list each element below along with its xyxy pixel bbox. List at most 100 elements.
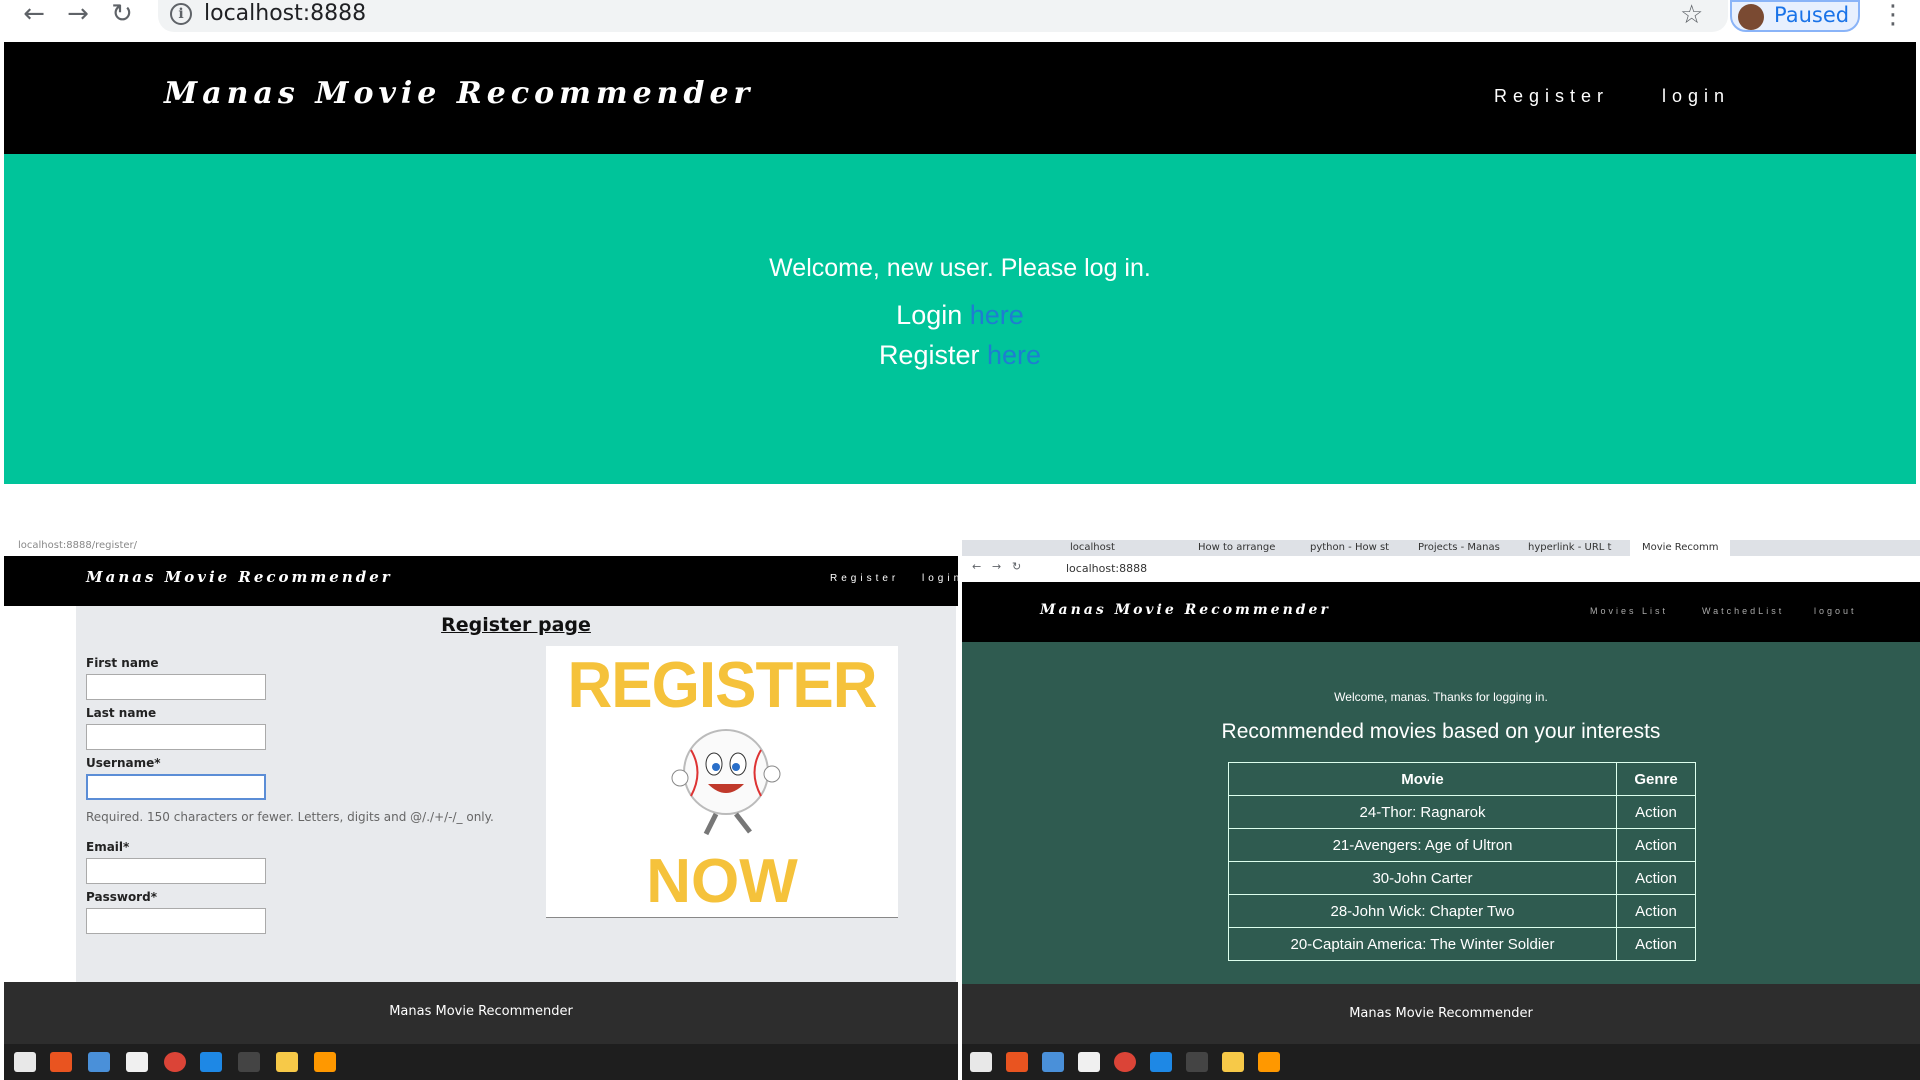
- movie-cell: 24-Thor: Ragnarok: [1228, 795, 1617, 829]
- logged-in-address-bar: ← → ↻ localhost:8888: [962, 556, 1920, 582]
- logged-in-welcome: Welcome, manas. Thanks for logging in.: [1334, 690, 1548, 704]
- genre-cell: Action: [1616, 828, 1696, 862]
- tab-localhost[interactable]: localhost: [1062, 540, 1174, 556]
- register-screenshot: localhost:8888/register/ Manas Movie Rec…: [4, 540, 958, 1080]
- menu-icon[interactable]: ⋮: [1880, 0, 1906, 30]
- tab-movie-recommender[interactable]: Movie Recomm: [1630, 540, 1730, 556]
- movie-cell: 20-Captain America: The Winter Soldier: [1228, 927, 1617, 961]
- table-row: 20-Captain America: The Winter Soldier Ac…: [1228, 927, 1696, 961]
- table-header-row: Movie Genre: [1228, 762, 1696, 796]
- last-name-input[interactable]: [86, 724, 266, 750]
- register-nav-login[interactable]: login: [922, 573, 958, 584]
- document-icon[interactable]: [1042, 1052, 1064, 1072]
- email-label: Email*: [86, 840, 130, 854]
- register-brand[interactable]: Manas Movie Recommender: [86, 568, 393, 586]
- table-row: 28-John Wick: Chapter Two Action: [1228, 894, 1696, 928]
- profile-button[interactable]: Paused: [1730, 0, 1860, 32]
- site-brand[interactable]: Manas Movie Recommender: [164, 76, 754, 111]
- taskbar-right: [962, 1044, 1920, 1080]
- bookmark-star-icon[interactable]: ☆: [1680, 0, 1703, 30]
- genre-cell: Action: [1616, 894, 1696, 928]
- register-image-text: REGISTER: [567, 649, 878, 722]
- logged-in-brand[interactable]: Manas Movie Recommender: [1040, 602, 1331, 618]
- register-now-image: REGISTER NOW: [546, 646, 898, 918]
- movie-cell: 30-John Carter: [1228, 861, 1617, 895]
- taskbar-left: [4, 1044, 958, 1080]
- folder-icon[interactable]: [14, 1052, 36, 1072]
- recommendations-heading: Recommended movies based on your interes…: [1221, 720, 1661, 743]
- logged-in-header: Manas Movie Recommender Movies List Watc…: [962, 582, 1920, 642]
- email-input[interactable]: [86, 858, 266, 884]
- table-row: 21-Avengers: Age of Ultron Action: [1228, 828, 1696, 862]
- vscode-icon[interactable]: [1150, 1052, 1172, 1072]
- logged-in-screenshot: localhost How to arrange python - How st…: [962, 540, 1920, 1080]
- movie-column-header: Movie: [1228, 762, 1617, 796]
- password-label: Password*: [86, 890, 157, 904]
- document-icon[interactable]: [88, 1052, 110, 1072]
- browser-toolbar: ← → ↻ i localhost:8888 ☆ Paused ⋮: [0, 0, 1920, 40]
- register-link[interactable]: here: [987, 340, 1041, 370]
- login-link[interactable]: here: [970, 300, 1024, 330]
- password-input[interactable]: [86, 908, 266, 934]
- info-icon[interactable]: i: [170, 3, 192, 25]
- vscode-icon[interactable]: [200, 1052, 222, 1072]
- movie-cell: 21-Avengers: Age of Ultron: [1228, 828, 1617, 862]
- table-row: 30-John Carter Action: [1228, 861, 1696, 895]
- python-icon[interactable]: [276, 1052, 298, 1072]
- notes-icon[interactable]: [126, 1052, 148, 1072]
- forward-arrow-icon[interactable]: →: [60, 0, 96, 30]
- register-text: Register: [878, 340, 980, 370]
- genre-cell: Action: [1616, 795, 1696, 829]
- nav-movies-list[interactable]: Movies List: [1590, 606, 1668, 616]
- username-label: Username*: [86, 756, 161, 770]
- terminal-icon[interactable]: [238, 1052, 260, 1072]
- back-arrow-icon[interactable]: ←: [16, 0, 52, 30]
- last-name-label: Last name: [86, 706, 157, 720]
- movie-cell: 28-John Wick: Chapter Two: [1228, 894, 1617, 928]
- tab-hyperlink[interactable]: hyperlink - URL t: [1520, 540, 1612, 556]
- back-icon[interactable]: ←: [972, 560, 981, 573]
- genre-cell: Action: [1616, 861, 1696, 895]
- genre-column-header: Genre: [1616, 762, 1696, 796]
- register-form-area: Register page First name Last name Usern…: [76, 606, 956, 986]
- login-text: Login: [896, 300, 963, 330]
- register-line: Register here: [4, 340, 1916, 371]
- nav-register[interactable]: Register: [1494, 86, 1609, 107]
- chrome-icon[interactable]: [164, 1052, 186, 1072]
- chrome-icon[interactable]: [1114, 1052, 1136, 1072]
- nav-login[interactable]: login: [1662, 86, 1730, 107]
- address-bar[interactable]: i localhost:8888: [158, 0, 1728, 32]
- register-header: Manas Movie Recommender Register login: [4, 556, 958, 606]
- reload-icon[interactable]: ↻: [104, 0, 140, 30]
- nav-watched-list[interactable]: WatchedList: [1702, 606, 1784, 616]
- welcome-message: Welcome, new user. Please log in.: [769, 254, 1151, 282]
- store-icon[interactable]: [50, 1052, 72, 1072]
- tab-how-to-arrange[interactable]: How to arrange: [1190, 540, 1286, 556]
- username-help: Required. 150 characters or fewer. Lette…: [86, 810, 494, 824]
- site-header: Manas Movie Recommender Register login: [4, 42, 1916, 154]
- avatar: [1738, 4, 1764, 30]
- python-icon[interactable]: [1222, 1052, 1244, 1072]
- refresh-icon[interactable]: ↻: [1012, 560, 1021, 573]
- username-input[interactable]: [86, 774, 266, 800]
- nav-logout[interactable]: logout: [1814, 606, 1857, 616]
- terminal-icon[interactable]: [1186, 1052, 1208, 1072]
- sublime-icon[interactable]: [1258, 1052, 1280, 1072]
- first-name-input[interactable]: [86, 674, 266, 700]
- notes-icon[interactable]: [1078, 1052, 1100, 1072]
- store-icon[interactable]: [1006, 1052, 1028, 1072]
- folder-icon[interactable]: [970, 1052, 992, 1072]
- tab-projects[interactable]: Projects - Manas: [1410, 540, 1502, 556]
- first-name-label: First name: [86, 656, 159, 670]
- logged-in-url[interactable]: localhost:8888: [1066, 562, 1147, 575]
- address-url: localhost:8888: [204, 1, 367, 26]
- forward-icon[interactable]: →: [992, 560, 1001, 573]
- register-nav-register[interactable]: Register: [830, 573, 899, 584]
- genre-cell: Action: [1616, 927, 1696, 961]
- sublime-icon[interactable]: [314, 1052, 336, 1072]
- logged-in-footer: Manas Movie Recommender: [962, 984, 1920, 1044]
- mini-url: localhost:8888/register/: [18, 540, 138, 551]
- tab-python[interactable]: python - How st: [1302, 540, 1394, 556]
- recommendations-section: Welcome, manas. Thanks for logging in. R…: [962, 642, 1920, 984]
- baseball-mascot-icon: [671, 729, 781, 836]
